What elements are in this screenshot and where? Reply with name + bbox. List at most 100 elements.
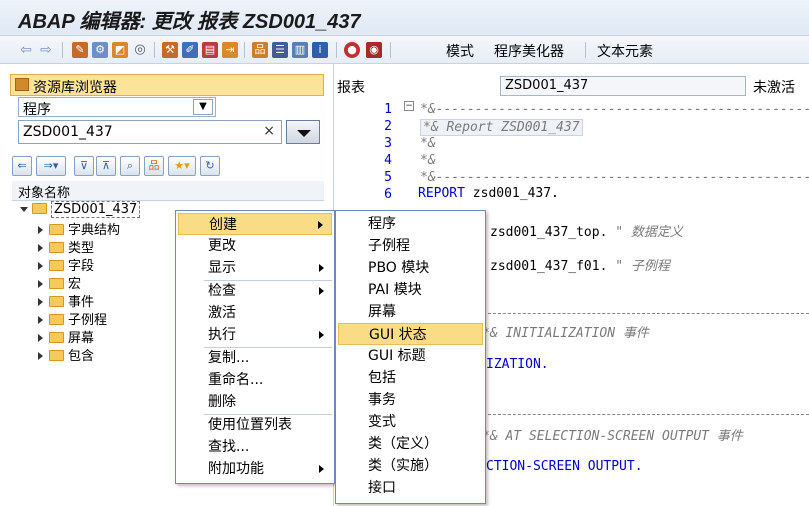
code-line-15[interactable]: *& AT SELECTION-SCREEN OUTPUT 事件 — [482, 425, 743, 444]
tree-node-macros[interactable]: 宏 — [38, 273, 81, 292]
tree-node-screens[interactable]: 屏幕 — [38, 327, 94, 346]
object-type-select[interactable]: 程序 ▼ — [18, 97, 216, 118]
submenu-item-variant[interactable]: 变式 — [338, 411, 483, 433]
code-line-3[interactable]: *& — [420, 136, 436, 151]
collapsed-triangle-icon[interactable] — [38, 333, 43, 342]
code-line-6[interactable]: REPORT zsd001_437. — [418, 186, 559, 201]
code-line-13[interactable]: IZATION. — [486, 357, 549, 372]
tree-node-types[interactable]: 类型 — [38, 237, 94, 256]
navigation-window-icon[interactable]: 品 — [252, 42, 268, 58]
chevron-down-icon[interactable]: ▼ — [193, 99, 213, 115]
code-line-4[interactable]: *& — [420, 153, 436, 168]
collapsed-triangle-icon[interactable] — [38, 243, 43, 252]
repository-browser-header[interactable]: 资源库浏览器 — [10, 74, 324, 96]
menu-item-copy[interactable]: 复制... — [178, 347, 332, 369]
display-object-list-icon[interactable]: ▥ — [292, 42, 308, 58]
menu-item-create[interactable]: 创建 — [178, 213, 332, 235]
submenu-item-label: 接口 — [368, 480, 396, 496]
submenu-item-pbo-module[interactable]: PBO 模块 — [338, 257, 483, 279]
active-inactive-icon[interactable]: ◩ — [112, 42, 128, 58]
code-line-2[interactable]: *& Report ZSD001_437 — [420, 119, 583, 136]
object-type-value: 程序 — [23, 102, 51, 118]
tree-root-label: ZSD001_437 — [51, 201, 141, 218]
activate-icon[interactable]: ⚒ — [162, 42, 178, 58]
menu-item-change[interactable]: 更改 — [178, 235, 332, 257]
submenu-item-gui-status[interactable]: GUI 状态 — [338, 323, 483, 345]
code-line-10[interactable]: zsd001_437_f01. " 子例程 — [490, 255, 670, 274]
code-line-16[interactable]: CTION-SCREEN OUTPUT. — [486, 459, 643, 474]
submenu-item-pai-module[interactable]: PAI 模块 — [338, 279, 483, 301]
submenu-item-class-definition[interactable]: 类（定义） — [338, 433, 483, 455]
other-object-icon[interactable]: ✎ — [72, 42, 88, 58]
code-line-8[interactable]: zsd001_437_top. " 数据定义 — [490, 221, 683, 240]
next-object-icon[interactable]: ⇒▾ — [36, 156, 66, 176]
submenu-item-transaction[interactable]: 事务 — [338, 389, 483, 411]
submenu-item-class-implementation[interactable]: 类（实施） — [338, 455, 483, 477]
menu-item-execute[interactable]: 执行 — [178, 324, 332, 346]
submenu-arrow-icon — [319, 465, 324, 473]
submenu-item-label: 子例程 — [368, 238, 410, 254]
menu-item-check[interactable]: 检查 — [178, 280, 332, 302]
tree-node-fields[interactable]: 字段 — [38, 255, 94, 274]
submenu-item-program[interactable]: 程序 — [338, 213, 483, 235]
menu-item-activate[interactable]: 激活 — [178, 302, 332, 324]
info-icon[interactable]: i — [312, 42, 328, 58]
clear-icon[interactable]: × — [263, 123, 275, 139]
forward-icon[interactable]: ⇨ — [38, 42, 54, 58]
display-object-list-icon[interactable]: ☰ — [272, 42, 288, 58]
menu-item-where-used[interactable]: 使用位置列表 — [178, 414, 332, 436]
tree-node-events[interactable]: 事件 — [38, 291, 94, 310]
collapsed-triangle-icon[interactable] — [38, 279, 43, 288]
pretty-printer-button[interactable]: 程序美化器 — [494, 41, 564, 61]
display-change-icon[interactable]: ⚙ — [92, 42, 108, 58]
collapse-down-icon[interactable]: ⊽ — [74, 156, 94, 176]
menu-item-label: 重命名... — [208, 372, 264, 388]
menu-item-find[interactable]: 查找... — [178, 436, 332, 458]
collapsed-triangle-icon[interactable] — [38, 297, 43, 306]
tree-node-dictionary-structures[interactable]: 字典结构 — [38, 219, 120, 238]
fold-icon[interactable]: − — [404, 101, 414, 111]
submenu-item-label: 屏幕 — [368, 304, 396, 320]
code-line-5[interactable]: *&--------------------------------------… — [420, 170, 809, 185]
breakpoint-icon[interactable]: ● — [344, 42, 360, 58]
collapse-up-icon[interactable]: ⊼ — [96, 156, 116, 176]
tree-root-node[interactable]: ZSD001_437 — [20, 201, 141, 220]
object-list-icon[interactable]: ⇥ — [222, 42, 238, 58]
menu-item-rename[interactable]: 重命名... — [178, 369, 332, 391]
collapsed-triangle-icon[interactable] — [38, 315, 43, 324]
session-breakpoint-icon[interactable]: ◉ — [366, 42, 382, 58]
display-button[interactable] — [286, 120, 320, 144]
menu-item-more-functions[interactable]: 附加功能 — [178, 458, 332, 480]
back-icon[interactable]: ⇦ — [18, 42, 34, 58]
submenu-item-subroutine[interactable]: 子例程 — [338, 235, 483, 257]
submenu-item-label: 变式 — [368, 414, 396, 430]
object-name-input[interactable]: ZSD001_437 × — [18, 120, 282, 144]
binoculars-icon[interactable]: ⌕ — [120, 156, 140, 176]
submenu-item-label: 包括 — [368, 370, 396, 386]
expanded-triangle-icon[interactable] — [20, 207, 28, 212]
tree-node-subroutines[interactable]: 子例程 — [38, 309, 107, 328]
where-used-icon[interactable]: ✐ — [182, 42, 198, 58]
collapsed-triangle-icon[interactable] — [38, 261, 43, 270]
tree-node-includes[interactable]: 包含 — [38, 345, 94, 364]
refresh-icon[interactable]: ↻ — [200, 156, 220, 176]
hierarchy-icon[interactable]: 品 — [144, 156, 164, 176]
code-line-12[interactable]: *& INITIALIZATION 事件 — [482, 322, 649, 341]
menu-item-delete[interactable]: 删除 — [178, 391, 332, 413]
test-icon[interactable]: ▤ — [202, 42, 218, 58]
collapsed-triangle-icon[interactable] — [38, 225, 43, 234]
favorites-icon[interactable]: ★▾ — [168, 156, 196, 176]
text-elements-button[interactable]: 文本元素 — [597, 41, 653, 61]
previous-object-icon[interactable]: ⇐ — [12, 156, 32, 176]
check-icon[interactable]: ◎ — [132, 42, 148, 58]
folder-icon — [49, 350, 64, 361]
collapsed-triangle-icon[interactable] — [38, 351, 43, 360]
submenu-item-include[interactable]: 包括 — [338, 367, 483, 389]
code-line-1[interactable]: *&--------------------------------------… — [420, 102, 809, 117]
submenu-item-screen[interactable]: 屏幕 — [338, 301, 483, 323]
submenu-item-gui-title[interactable]: GUI 标题 — [338, 345, 483, 367]
context-menu: 创建 更改 显示 检查 激活 执行 复制... 重命名... 删除 使用位置列表… — [175, 210, 335, 484]
menu-item-display[interactable]: 显示 — [178, 257, 332, 279]
pattern-button[interactable]: 模式 — [446, 41, 474, 61]
submenu-item-interface[interactable]: 接口 — [338, 477, 483, 499]
